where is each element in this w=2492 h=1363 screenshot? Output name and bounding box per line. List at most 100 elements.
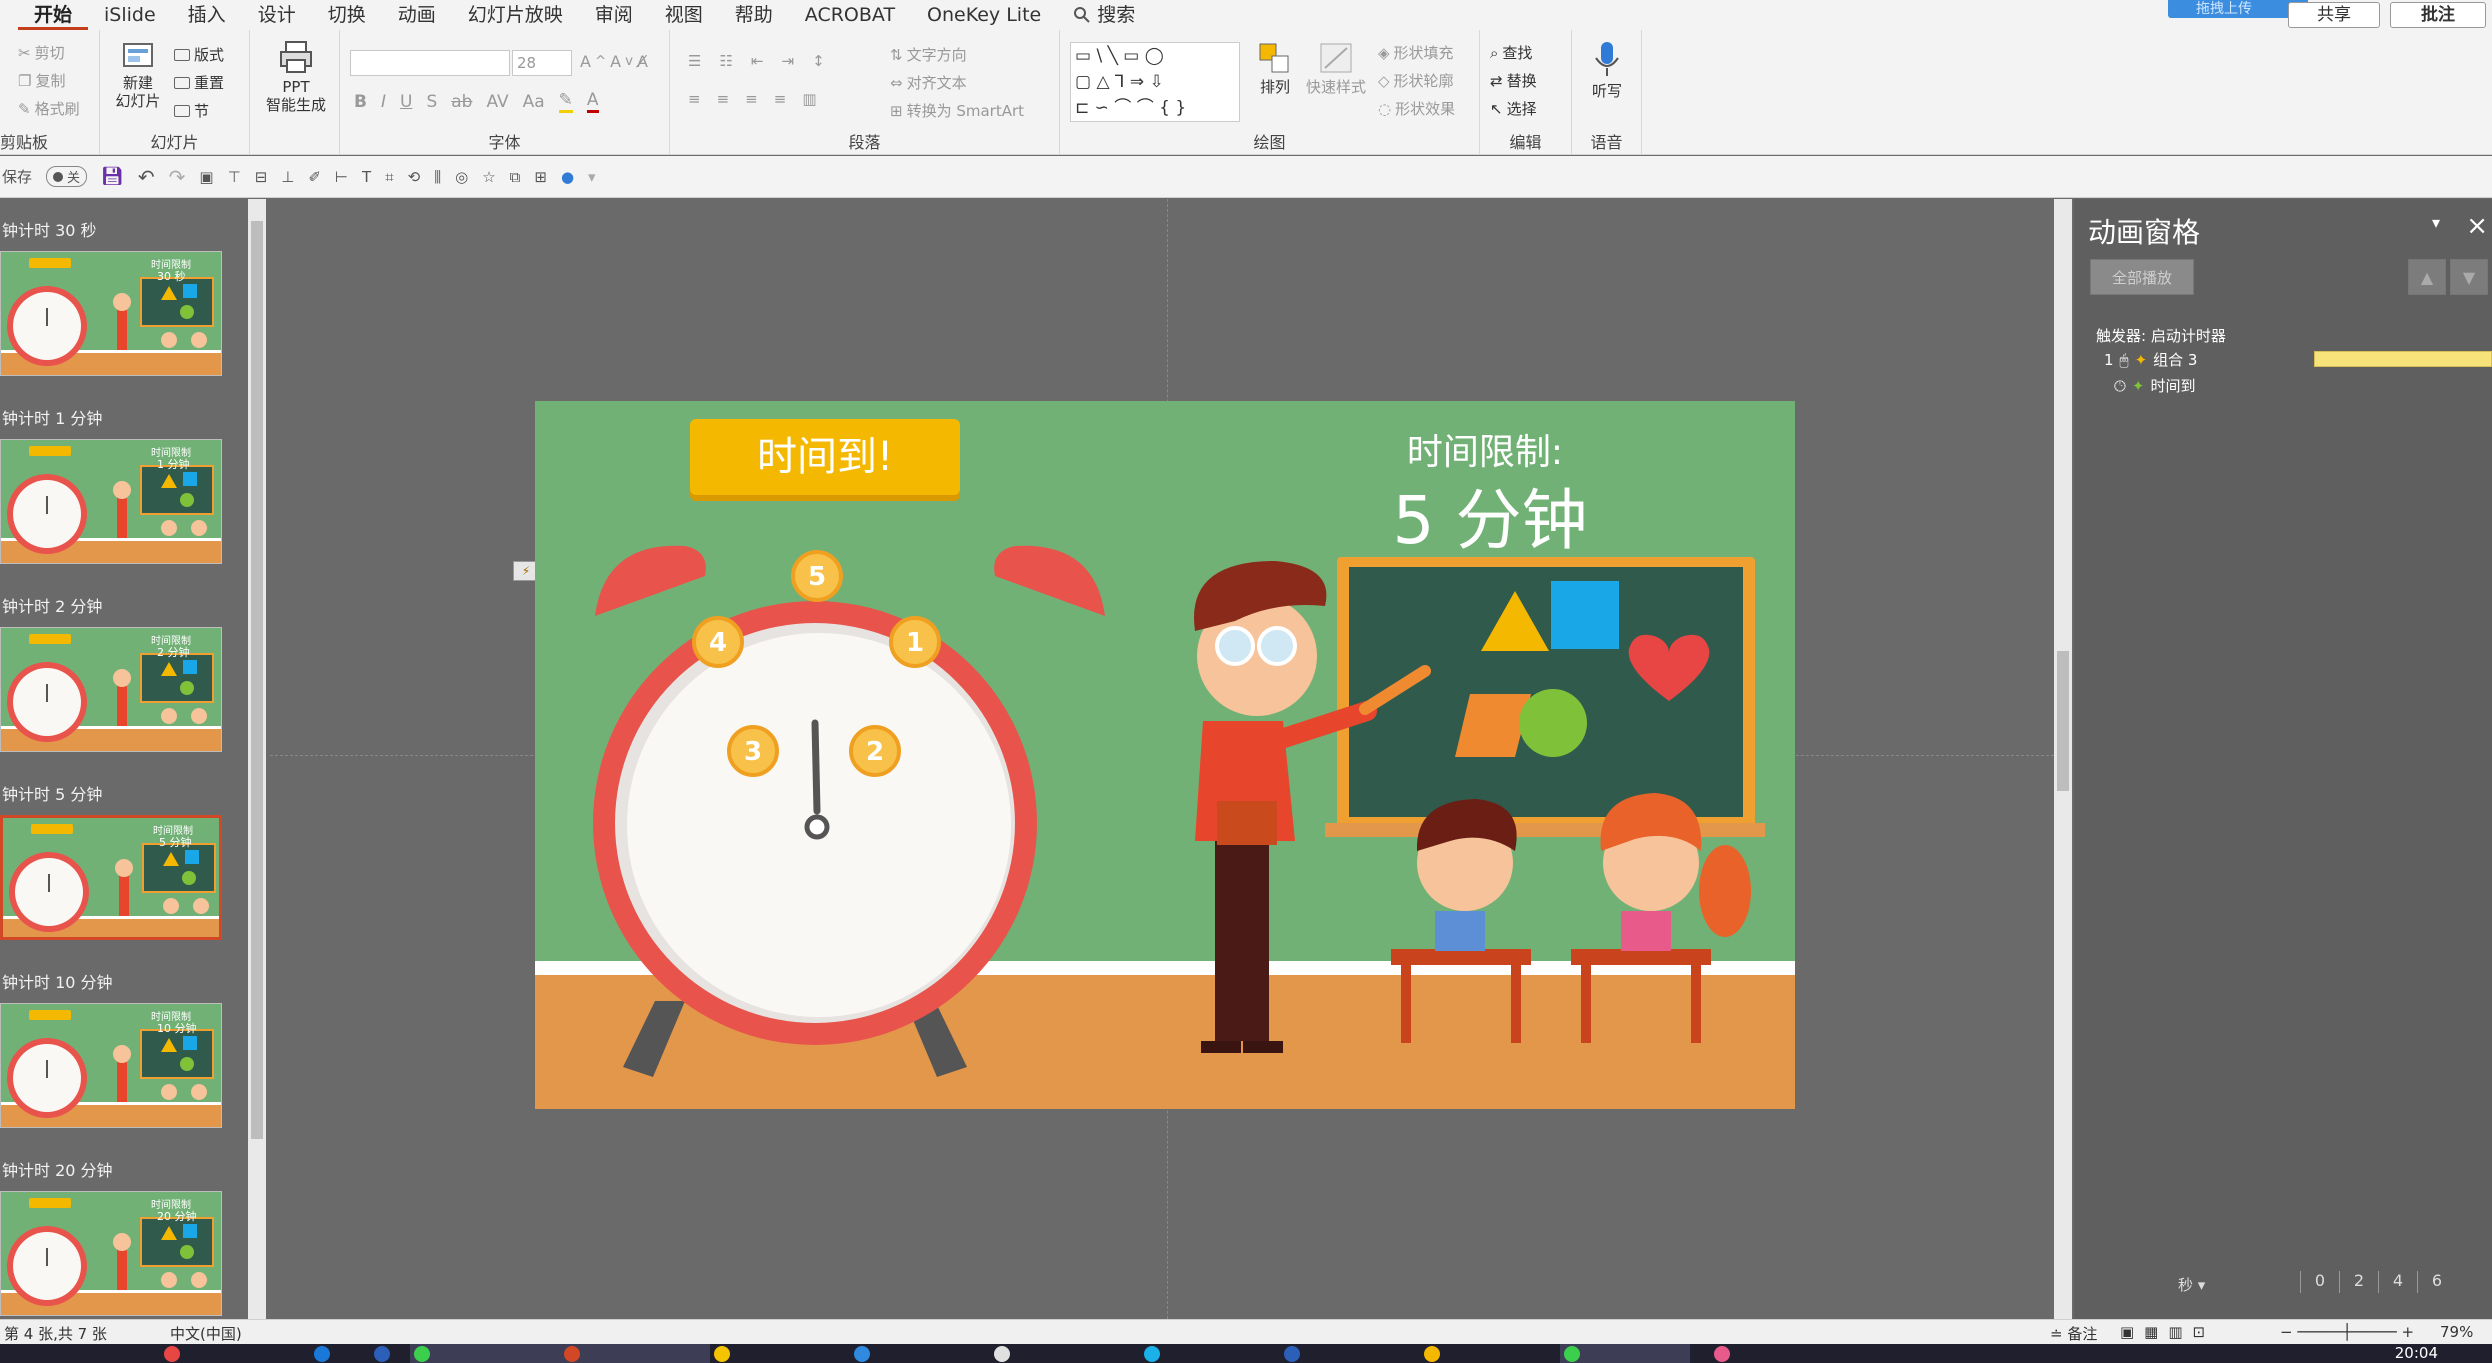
copy-button[interactable]: ❐ 复制 (18, 70, 65, 91)
shape-fill-button[interactable]: ◈ 形状填充 (1378, 42, 1454, 63)
arrange-button[interactable]: 排列 (1250, 42, 1300, 96)
align-text-button[interactable]: ⇔ 对齐文本 (890, 72, 967, 93)
rotate-icon[interactable]: ⟲ (408, 168, 421, 186)
language-indicator[interactable]: 中文(中国) (170, 1323, 242, 1344)
system-clock[interactable]: 20:04 (2395, 1344, 2438, 1362)
shapes-gallery[interactable]: ▭ \ ╲ ▭ ◯ ▢ △ ⅂ ⇒ ⇩ ⊏ ∽ ⌒ ⌒ { } (1070, 42, 1240, 122)
save-icon[interactable]: 💾︎ (101, 166, 124, 187)
font-size-combo[interactable]: 28 (512, 50, 572, 76)
animation-timing-bar[interactable] (2314, 351, 2492, 367)
undo-icon[interactable]: ↶ (138, 165, 155, 189)
animation-item-group3[interactable]: 1 🖱︎ ✦ 组合 3 (2104, 349, 2197, 370)
cut-button[interactable]: ✂ 剪切 (18, 42, 65, 63)
present-icon[interactable]: ▣ (199, 168, 213, 186)
italic-icon[interactable]: I (381, 92, 386, 112)
pen-icon[interactable]: ✐ (308, 168, 321, 186)
customize-qat-icon[interactable]: ▾ (588, 168, 596, 186)
select-button[interactable]: ↖ 选择 (1490, 98, 1537, 119)
tab-insert[interactable]: 插入 (172, 0, 242, 30)
play-all-button[interactable]: 全部播放 (2090, 259, 2194, 295)
close-icon[interactable]: × (2466, 211, 2488, 241)
text-icon[interactable]: T (362, 168, 371, 186)
share-button[interactable]: 共享 (2288, 2, 2380, 28)
list-buttons[interactable]: ☰ ☷ ⇤ ⇥ ↕ (688, 52, 825, 70)
star-icon[interactable]: ☆ (482, 168, 495, 186)
taskbar-app-2[interactable] (310, 1344, 370, 1363)
bold-icon[interactable]: B (354, 92, 367, 112)
shape-effects-button[interactable]: ◌ 形状效果 (1378, 98, 1455, 119)
case-icon[interactable]: Aa (523, 92, 545, 112)
current-slide[interactable]: 51234 时间到! 时间限制: 5 分钟 (535, 401, 1795, 1109)
indent-decrease-icon[interactable]: ⇤ (751, 52, 764, 70)
tab-review[interactable]: 审阅 (579, 0, 649, 30)
slide-thumbnail[interactable]: 时间限制 30 秒 (0, 251, 222, 376)
slide-thumbnail[interactable]: 时间限制 20 分钟 (0, 1191, 222, 1316)
slide-thumbnail[interactable]: 时间限制 1 分钟 (0, 439, 222, 564)
tab-view[interactable]: 视图 (649, 0, 719, 30)
tab-help[interactable]: 帮助 (719, 0, 789, 30)
taskbar-app-1[interactable] (160, 1344, 310, 1363)
notes-button[interactable]: ≐ 备注 (2050, 1323, 2097, 1344)
send-back-icon[interactable]: ⧉ (510, 168, 521, 186)
indent-increase-icon[interactable]: ⇥ (781, 52, 794, 70)
tab-acrobat[interactable]: ACROBAT (789, 0, 911, 30)
taskbar-app-powerpoint[interactable] (560, 1344, 710, 1363)
zoom-level[interactable]: 79% (2440, 1323, 2473, 1341)
layout-button[interactable]: 版式 (174, 44, 224, 65)
shape-outline-button[interactable]: ◇ 形状轮廓 (1378, 70, 1454, 91)
align-buttons[interactable]: ≡ ≡ ≡ ≡ ▥ (688, 90, 817, 108)
justify-icon[interactable]: ≡ (774, 90, 787, 108)
slide-thumbnail[interactable]: 时间限制 2 分钟 (0, 627, 222, 752)
shapes-icon[interactable]: ◎ (455, 168, 468, 186)
canvas-scroll-thumb[interactable] (2057, 651, 2069, 791)
font-style-buttons[interactable]: B I U Sab AV Aa ✎ A (354, 90, 599, 113)
slide-thumbnail[interactable]: 时间限制 10 分钟 (0, 1003, 222, 1128)
align-left-objects-icon[interactable]: ⊢ (335, 168, 348, 186)
canvas-vertical-scrollbar[interactable] (2054, 199, 2072, 1319)
slide-thumbnail[interactable]: 时间限制 5 分钟 (0, 815, 222, 940)
smartart-button[interactable]: ⊞ 转换为 SmartArt (890, 100, 1024, 121)
autosave-toggle[interactable]: 关 (46, 166, 88, 187)
highlight-icon[interactable]: ✎ (558, 90, 573, 113)
tab-transitions[interactable]: 切换 (312, 0, 382, 30)
section-button[interactable]: 节 (174, 100, 209, 121)
taskbar-app-10[interactable] (1280, 1344, 1420, 1363)
pane-options-icon[interactable]: ▾ (2432, 213, 2440, 232)
cloud-upload-badge[interactable]: 拖拽上传 (2168, 0, 2308, 18)
bullets-icon[interactable]: ☰ (688, 52, 701, 70)
taskbar-app-7[interactable] (850, 1344, 990, 1363)
font-color-icon[interactable]: A (586, 90, 599, 113)
taskbar-app-6[interactable] (710, 1344, 850, 1363)
quick-styles-button[interactable]: 快速样式 (1296, 42, 1376, 96)
shadow-icon[interactable]: S (426, 92, 437, 112)
spacing-icon[interactable]: AV (486, 92, 508, 112)
ppt-generate-button[interactable]: PPT 智能生成 (258, 40, 334, 114)
taskbar-app-4[interactable] (410, 1344, 560, 1363)
taskbar-app-12[interactable] (1560, 1344, 1690, 1363)
tab-slideshow[interactable]: 幻灯片放映 (452, 0, 579, 30)
format-painter-button[interactable]: ✎ 格式刷 (18, 98, 80, 119)
underline-icon[interactable]: U (400, 92, 412, 112)
taskbar-app-11[interactable] (1420, 1344, 1560, 1363)
view-buttons[interactable]: ▣▦▥⊡ (2120, 1323, 2215, 1341)
seconds-label[interactable]: 秒 ▾ (2178, 1274, 2205, 1295)
align-middle-icon[interactable]: ⊟ (255, 168, 268, 186)
move-down-button[interactable]: ▼ (2450, 259, 2488, 295)
circle-icon[interactable]: ● (561, 168, 574, 186)
strikethrough-icon[interactable]: ab (451, 92, 472, 112)
comments-button[interactable]: 批注 (2390, 2, 2486, 28)
tab-onekey[interactable]: OneKey Lite (911, 0, 1057, 30)
align-bottom-icon[interactable]: ⊥ (281, 168, 294, 186)
animation-item-timeup[interactable]: 🕒︎ ✦ 时间到 (2114, 375, 2195, 396)
tab-animations[interactable]: 动画 (382, 0, 452, 30)
taskbar-app-9[interactable] (1140, 1344, 1280, 1363)
find-button[interactable]: ⌕ 查找 (1490, 42, 1532, 63)
reset-button[interactable]: 重置 (174, 72, 224, 93)
tab-islide[interactable]: iSlide (88, 0, 172, 30)
move-up-button[interactable]: ▲ (2408, 259, 2446, 295)
zoom-slider[interactable]: − ─────┼───── + (2280, 1323, 2414, 1341)
taskbar-app-8[interactable] (990, 1344, 1140, 1363)
tell-me-search[interactable]: 搜索 (1057, 0, 1151, 30)
replace-button[interactable]: ⇄ 替换 (1490, 70, 1537, 91)
time-limit-value[interactable]: 5 分钟 (1325, 467, 1655, 563)
